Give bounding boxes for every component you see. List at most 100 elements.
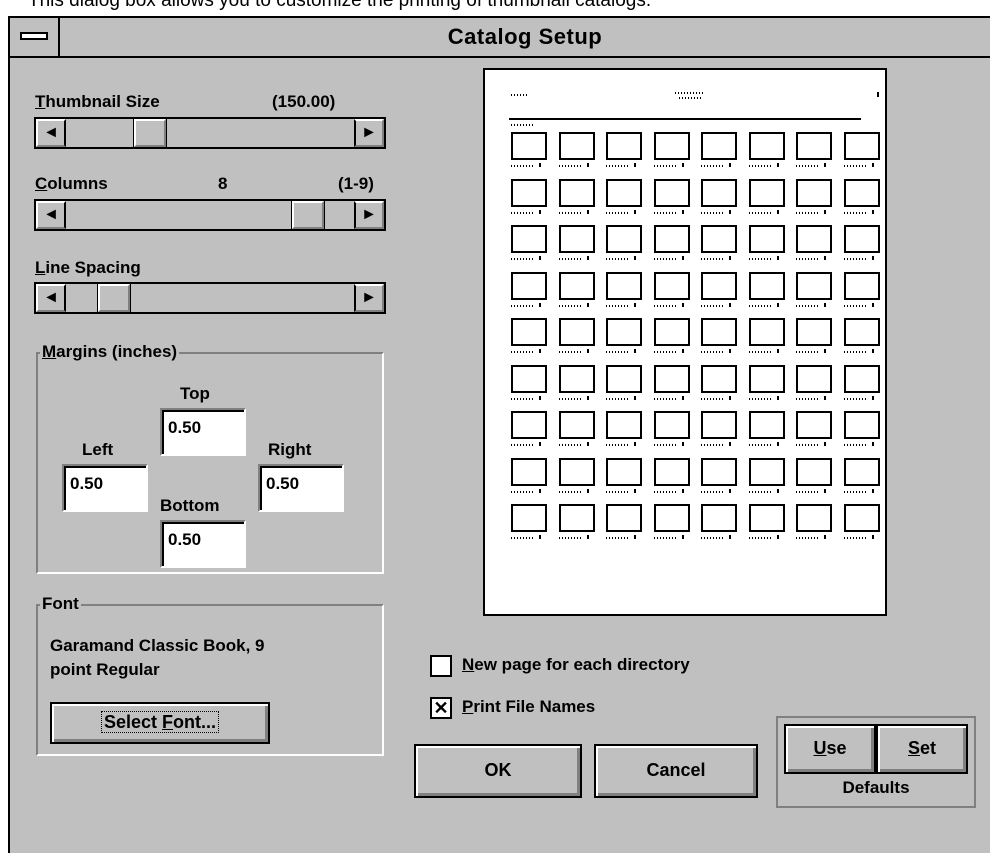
columns-slider[interactable]: ◄ ► xyxy=(34,199,386,231)
right-arrow-icon[interactable]: ► xyxy=(354,119,384,147)
font-description-line2: point Regular xyxy=(50,660,160,679)
thumbnail-caption xyxy=(701,165,723,167)
thumbnail-caption xyxy=(653,444,676,446)
thumbnail-caption-end xyxy=(586,256,589,260)
thumbnail-caption xyxy=(511,211,533,214)
use-defaults-button[interactable]: Use xyxy=(784,724,876,774)
line-spacing-slider[interactable]: ◄ ► xyxy=(34,282,386,314)
thumbnail-caption-end xyxy=(681,256,684,260)
thumbnail-frame xyxy=(511,504,547,532)
thumbnail-frame xyxy=(796,132,832,160)
thumbnail-caption xyxy=(748,444,771,446)
print-file-names-label[interactable]: Print File Names xyxy=(462,697,595,717)
thumbnail-caption-end xyxy=(539,535,541,539)
right-arrow-icon[interactable]: ► xyxy=(354,284,384,312)
thumbnail-frame xyxy=(653,225,690,253)
left-margin-field[interactable]: 0.50 xyxy=(62,464,148,512)
thumbnail-frame xyxy=(701,318,737,346)
preview-header-rule xyxy=(509,118,861,120)
thumbnail-caption-end xyxy=(776,349,779,353)
thumbnail-frame xyxy=(653,132,690,160)
thumbnail-caption xyxy=(748,165,771,167)
thumbnail-frame xyxy=(701,178,737,207)
new-page-label[interactable]: New page for each directory xyxy=(462,655,690,675)
thumbnail-frame xyxy=(748,225,785,253)
font-title: Font xyxy=(40,594,81,614)
thumbnail-caption-end xyxy=(586,209,589,214)
thumbnail-caption-end xyxy=(776,163,779,167)
thumbnail-frame xyxy=(653,411,690,439)
right-margin-field[interactable]: 0.50 xyxy=(258,464,344,512)
preview-header-center2 xyxy=(679,97,701,99)
thumbnail-caption-end xyxy=(824,302,826,307)
system-menu-button[interactable] xyxy=(10,18,60,56)
thumbnail-frame xyxy=(558,411,595,439)
thumbnail-caption-end xyxy=(681,349,684,353)
thumbnail-frame xyxy=(606,271,642,300)
left-arrow-icon[interactable]: ◄ xyxy=(36,119,66,147)
thumbnail-caption xyxy=(511,304,533,307)
thumbnail-caption-end xyxy=(824,163,826,167)
columns-range: (1-9) xyxy=(338,174,374,193)
preview-header-left xyxy=(511,94,529,96)
thumbnail-caption-end xyxy=(729,349,731,353)
thumbnail-caption-end xyxy=(729,442,731,446)
line-spacing-label: Line Spacing xyxy=(35,258,141,277)
thumbnail-size-label: Thumbnail Size xyxy=(35,92,160,111)
print-file-names-checkbox[interactable]: ✕ xyxy=(430,697,452,719)
thumbnail-caption xyxy=(653,351,676,353)
thumbnail-frame xyxy=(843,225,880,253)
select-font-button[interactable]: Select Font... xyxy=(50,702,270,744)
thumbnail-caption xyxy=(653,165,676,167)
thumbnail-frame xyxy=(843,271,880,300)
columns-thumb[interactable] xyxy=(292,201,324,229)
thumbnail-frame xyxy=(558,132,595,160)
thumbnail-caption xyxy=(843,165,866,167)
right-arrow-icon[interactable]: ► xyxy=(354,201,384,229)
thumbnail-frame xyxy=(511,318,547,346)
preview-dir-name xyxy=(511,124,533,126)
thumbnail-caption-end xyxy=(681,442,684,446)
thumbnail-caption-end xyxy=(729,488,731,493)
bottom-margin-field[interactable]: 0.50 xyxy=(160,520,246,568)
cancel-button[interactable]: Cancel xyxy=(594,744,758,798)
help-caption: This dialog box allows you to customize … xyxy=(28,0,652,11)
thumbnail-caption xyxy=(796,304,818,307)
thumbnail-caption xyxy=(843,211,866,214)
thumbnail-caption-end xyxy=(681,209,684,214)
thumbnail-frame xyxy=(653,364,690,393)
thumbnail-caption xyxy=(796,444,818,446)
thumbnail-caption-end xyxy=(681,395,684,400)
thumbnail-caption-end xyxy=(634,442,636,446)
thumbnail-caption xyxy=(511,397,533,400)
thumbnail-frame xyxy=(796,225,832,253)
thumbnail-size-slider[interactable]: ◄ ► xyxy=(34,117,386,149)
thumbnail-caption xyxy=(558,211,581,214)
thumbnail-caption xyxy=(511,444,533,446)
thumbnail-caption-end xyxy=(729,209,731,214)
ok-button[interactable]: OK xyxy=(414,744,582,798)
new-page-checkbox[interactable] xyxy=(430,655,452,677)
thumbnail-frame xyxy=(511,225,547,253)
font-description-line1: Garamand Classic Book, 9 xyxy=(50,636,265,655)
thumbnail-caption-end xyxy=(824,256,826,260)
thumbnail-caption-end xyxy=(776,488,779,493)
thumbnail-caption-end xyxy=(824,349,826,353)
set-defaults-button[interactable]: Set xyxy=(876,724,968,774)
line-spacing-thumb[interactable] xyxy=(98,284,130,312)
thumbnail-frame xyxy=(796,411,832,439)
thumbnail-frame xyxy=(511,364,547,393)
thumbnail-caption xyxy=(511,165,533,167)
thumbnail-caption-end xyxy=(634,395,636,400)
thumbnail-caption xyxy=(796,351,818,353)
thumbnail-caption-end xyxy=(681,488,684,493)
left-arrow-icon[interactable]: ◄ xyxy=(36,284,66,312)
thumbnail-caption-end xyxy=(729,535,731,539)
right-margin-label: Right xyxy=(268,440,312,459)
thumbnail-size-thumb[interactable] xyxy=(134,119,166,147)
thumbnail-frame xyxy=(558,364,595,393)
thumbnail-caption xyxy=(701,490,723,493)
top-margin-field[interactable]: 0.50 xyxy=(160,408,246,456)
system-menu-icon xyxy=(20,32,48,40)
left-arrow-icon[interactable]: ◄ xyxy=(36,201,66,229)
